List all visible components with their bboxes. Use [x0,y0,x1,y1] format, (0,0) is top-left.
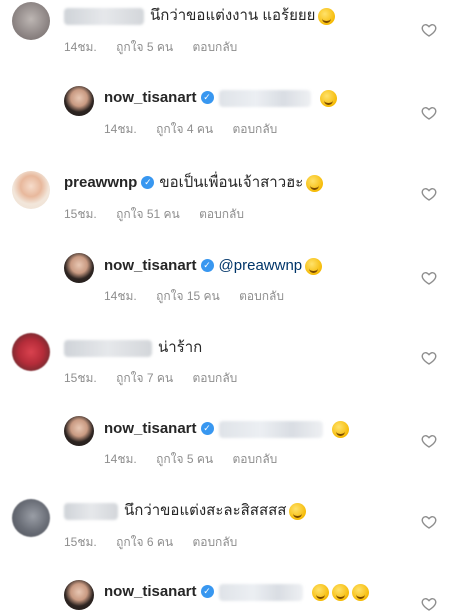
reply-button[interactable]: ตอบกลับ [199,207,244,221]
heart-outline-icon[interactable] [421,270,437,286]
username[interactable]: now_tisanart [104,257,197,274]
grinning-emoji-icon [319,89,337,107]
mention-link[interactable]: @preawwnp [219,257,303,274]
verified-badge-icon: ✓ [141,175,155,189]
blurred-mention [218,89,311,107]
like-count[interactable]: ถูกใจ 15 คน [156,289,220,303]
heart-outline-icon[interactable] [421,433,437,449]
blurred-username [64,7,144,25]
avatar[interactable] [64,416,94,446]
heart-outline-icon[interactable] [421,350,437,366]
avatar[interactable] [12,499,50,537]
heart-outline-icon[interactable] [421,186,437,202]
heart-outline-icon[interactable] [421,514,437,530]
comment-text: นึกว่าขอแต่งงาน แอร้ยยย [150,7,316,25]
blurred-username [64,339,152,357]
like-count[interactable]: ถูกใจ 51 คน [116,207,180,221]
heart-outline-icon[interactable] [421,596,437,611]
like-count[interactable]: ถูกใจ 4 คน [156,122,213,136]
verified-badge-icon: ✓ [200,258,214,272]
heart-outline-icon[interactable] [421,105,437,121]
comment-time: 15ชม. [64,535,97,549]
comment-time: 14ชม. [104,452,137,466]
relieved-emoji-icon [306,174,324,192]
username[interactable]: preawwnp [64,174,137,191]
rofl-emoji-icon [351,583,369,601]
comment-text: นึกว่าขอแต่งสะละสิสสสส [124,502,287,520]
avatar[interactable] [12,2,50,40]
blurred-username [64,502,118,520]
username[interactable]: now_tisanart [104,583,197,600]
reply-button[interactable]: ตอบกลับ [192,535,237,549]
avatar[interactable] [64,580,94,610]
rofl-emoji-icon [305,257,323,275]
comment-time: 15ชม. [64,371,97,385]
avatar[interactable] [12,333,50,371]
reply-button[interactable]: ตอบกลับ [192,40,237,54]
avatar[interactable] [64,253,94,283]
reply-button[interactable]: ตอบกลับ [232,452,277,466]
like-count[interactable]: ถูกใจ 5 คน [116,40,173,54]
verified-badge-icon: ✓ [200,90,214,104]
reply-button[interactable]: ตอบกลับ [232,122,277,136]
avatar[interactable] [64,86,94,116]
comment-time: 14ชม. [104,122,137,136]
avatar[interactable] [12,171,50,209]
reply-button[interactable]: ตอบกลับ [192,371,237,385]
verified-badge-icon: ✓ [200,584,214,598]
like-count[interactable]: ถูกใจ 5 คน [156,452,213,466]
verified-badge-icon: ✓ [200,421,214,435]
comment-text: ขอเป็นเพื่อนเจ้าสาวฮะ [159,174,304,192]
reply-button[interactable]: ตอบกลับ [239,289,284,303]
grinning-emoji-icon [318,7,336,25]
comment-time: 14ชม. [64,40,97,54]
blurred-mention [218,583,303,601]
comment-time: 14ชม. [104,289,137,303]
like-count[interactable]: ถูกใจ 7 คน [116,371,173,385]
rofl-emoji-icon [331,583,349,601]
heart-outline-icon[interactable] [421,22,437,38]
rofl-emoji-icon [289,502,307,520]
username[interactable]: now_tisanart [104,89,197,106]
comment-time: 15ชม. [64,207,97,221]
comment-text: น่าร้าก [158,339,203,357]
rofl-emoji-icon [311,583,329,601]
grinning-emoji-icon [331,420,349,438]
like-count[interactable]: ถูกใจ 6 คน [116,535,173,549]
blurred-mention [218,420,323,438]
username[interactable]: now_tisanart [104,420,197,437]
